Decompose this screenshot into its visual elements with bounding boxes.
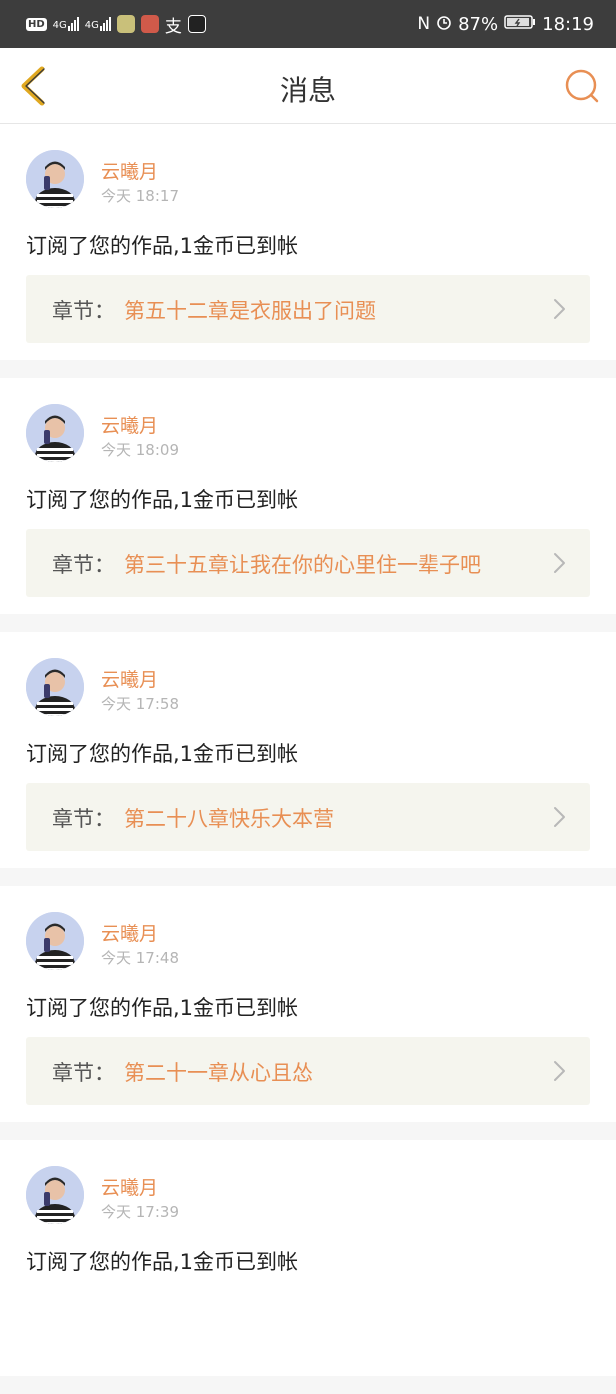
message-text: 订阅了您的作品,1金币已到帐 <box>26 996 299 1020</box>
status-bar: HD 4G 4G 支 N 87% 18:19 <box>0 0 616 48</box>
username[interactable]: 云曦月 <box>101 157 158 184</box>
message-time: 今天 17:39 <box>101 1203 179 1221</box>
tiktok-icon <box>187 15 206 33</box>
message-time: 今天 18:17 <box>101 187 179 205</box>
nfc-icon: N <box>417 14 431 34</box>
message-card[interactable]: 云曦月 今天 17:58 订阅了您的作品,1金币已到帐 章节： 第二十八章快乐大… <box>0 632 616 868</box>
signal-icon-2: 4G <box>85 17 111 31</box>
battery-icon <box>504 14 536 35</box>
message-time: 今天 18:09 <box>101 441 179 459</box>
map-notification-icon <box>140 15 159 33</box>
status-left: HD 4G 4G 支 <box>26 12 206 37</box>
chevron-right-icon <box>554 1061 565 1081</box>
chapter-label: 章节： <box>52 299 115 323</box>
alipay-icon: 支 <box>164 16 182 37</box>
search-icon <box>565 69 599 103</box>
avatar[interactable] <box>26 404 84 462</box>
avatar[interactable] <box>26 150 84 208</box>
user-avatar-image <box>26 404 84 462</box>
signal-icon: 4G <box>53 17 79 31</box>
username[interactable]: 云曦月 <box>101 665 158 692</box>
chevron-right-icon <box>554 299 565 319</box>
chapter-link[interactable]: 章节： 第二十八章快乐大本营 <box>26 783 590 851</box>
user-avatar-image <box>26 912 84 970</box>
nav-bar: 消息 <box>0 48 616 124</box>
chapter-title: 第二十八章快乐大本营 <box>124 807 334 831</box>
chapter-link[interactable]: 章节： 第三十五章让我在你的心里住一辈子吧 <box>26 529 590 597</box>
message-text: 订阅了您的作品,1金币已到帐 <box>26 488 299 512</box>
message-card[interactable]: 云曦月 今天 17:39 订阅了您的作品,1金币已到帐 <box>0 1140 616 1376</box>
message-text: 订阅了您的作品,1金币已到帐 <box>26 234 299 258</box>
chapter-link[interactable]: 章节： 第五十二章是衣服出了问题 <box>26 275 590 343</box>
network-type-2: 4G <box>84 20 99 31</box>
message-time: 今天 17:48 <box>101 949 179 967</box>
username[interactable]: 云曦月 <box>101 1173 158 1200</box>
app-notification-icon <box>116 15 135 33</box>
clock: 18:19 <box>542 13 594 35</box>
network-type-1: 4G <box>52 20 67 31</box>
status-right: N 87% 18:19 <box>417 14 594 35</box>
username[interactable]: 云曦月 <box>101 411 158 438</box>
user-avatar-image <box>26 658 84 716</box>
alarm-icon <box>436 14 452 35</box>
message-text: 订阅了您的作品,1金币已到帐 <box>26 742 299 766</box>
message-list: 云曦月 今天 18:17 订阅了您的作品,1金币已到帐 章节： 第五十二章是衣服… <box>0 124 616 1394</box>
avatar[interactable] <box>26 1166 84 1224</box>
user-avatar-image <box>26 1166 84 1224</box>
search-button[interactable] <box>564 68 600 104</box>
chapter-label: 章节： <box>52 807 115 831</box>
chapter-label: 章节： <box>52 553 115 577</box>
username[interactable]: 云曦月 <box>101 919 158 946</box>
message-card[interactable]: 云曦月 今天 18:09 订阅了您的作品,1金币已到帐 章节： 第三十五章让我在… <box>0 378 616 614</box>
chapter-title: 第三十五章让我在你的心里住一辈子吧 <box>124 553 481 577</box>
battery-percent: 87% <box>458 13 499 35</box>
message-card[interactable]: 云曦月 今天 17:48 订阅了您的作品,1金币已到帐 章节： 第二十一章从心且… <box>0 886 616 1122</box>
chapter-title: 第五十二章是衣服出了问题 <box>124 299 376 323</box>
chevron-right-icon <box>554 553 565 573</box>
message-card[interactable]: 云曦月 今天 18:17 订阅了您的作品,1金币已到帐 章节： 第五十二章是衣服… <box>0 124 616 360</box>
chapter-label: 章节： <box>52 1061 115 1085</box>
page-title: 消息 <box>279 74 336 107</box>
chapter-link[interactable]: 章节： 第二十一章从心且怂 <box>26 1037 590 1105</box>
user-avatar-image <box>26 150 84 208</box>
message-time: 今天 17:58 <box>101 695 179 713</box>
chevron-right-icon <box>554 807 565 827</box>
avatar[interactable] <box>26 658 84 716</box>
hd-badge: HD <box>26 17 47 31</box>
avatar[interactable] <box>26 912 84 970</box>
chapter-title: 第二十一章从心且怂 <box>124 1061 313 1085</box>
message-text: 订阅了您的作品,1金币已到帐 <box>26 1250 299 1274</box>
